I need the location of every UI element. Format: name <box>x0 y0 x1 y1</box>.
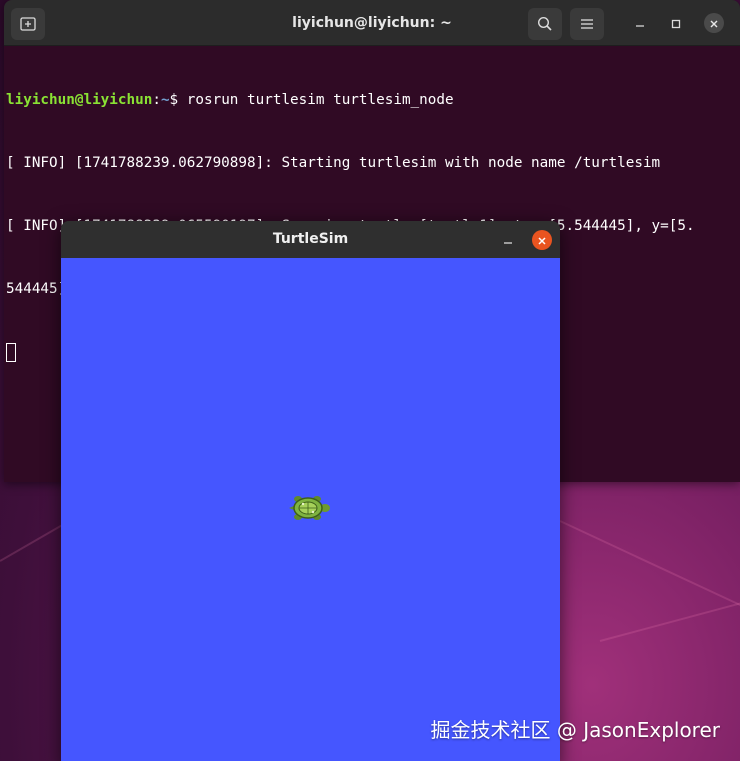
prompt-user: liyichun@liyichun <box>6 92 153 108</box>
turtlesim-header-bar: TurtleSim <box>61 221 560 258</box>
maximize-icon <box>671 14 681 33</box>
minimize-icon <box>635 14 645 33</box>
terminal-header-bar: liyichun@liyichun: ~ <box>4 0 740 46</box>
close-button[interactable] <box>704 13 724 33</box>
turtlesim-canvas[interactable] <box>61 258 560 761</box>
new-tab-button[interactable] <box>11 8 45 40</box>
turtlesim-minimize-button[interactable] <box>498 230 518 250</box>
text-cursor <box>6 343 16 362</box>
prompt-path: ~ <box>160 92 170 108</box>
turtle-icon <box>287 494 331 526</box>
search-icon <box>537 16 553 32</box>
command-line: liyichun@liyichun:~$ rosrun turtlesim tu… <box>6 90 740 111</box>
watermark-text: 掘金技术社区 @ JasonExplorer <box>430 718 720 742</box>
prompt-symbol: $ <box>169 92 187 108</box>
menu-button[interactable] <box>570 8 604 40</box>
desktop-wallpaper-streak <box>559 520 740 607</box>
new-tab-icon <box>20 17 36 31</box>
minimize-icon <box>503 231 513 250</box>
desktop-wallpaper-streak <box>599 598 740 642</box>
command-text: rosrun turtlesim turtlesim_node <box>186 92 454 108</box>
turtlesim-window: TurtleSim <box>61 221 560 761</box>
hamburger-menu-icon <box>580 18 594 30</box>
output-line: [ INFO] [1741788239.062790898]: Starting… <box>6 155 661 171</box>
close-icon <box>537 231 547 250</box>
turtlesim-close-button[interactable] <box>532 230 552 250</box>
search-button[interactable] <box>528 8 562 40</box>
close-icon <box>709 14 719 33</box>
maximize-button[interactable] <box>666 13 686 33</box>
turtlesim-title: TurtleSim <box>272 231 349 247</box>
prompt-separator: : <box>152 92 161 108</box>
minimize-button[interactable] <box>630 13 650 33</box>
